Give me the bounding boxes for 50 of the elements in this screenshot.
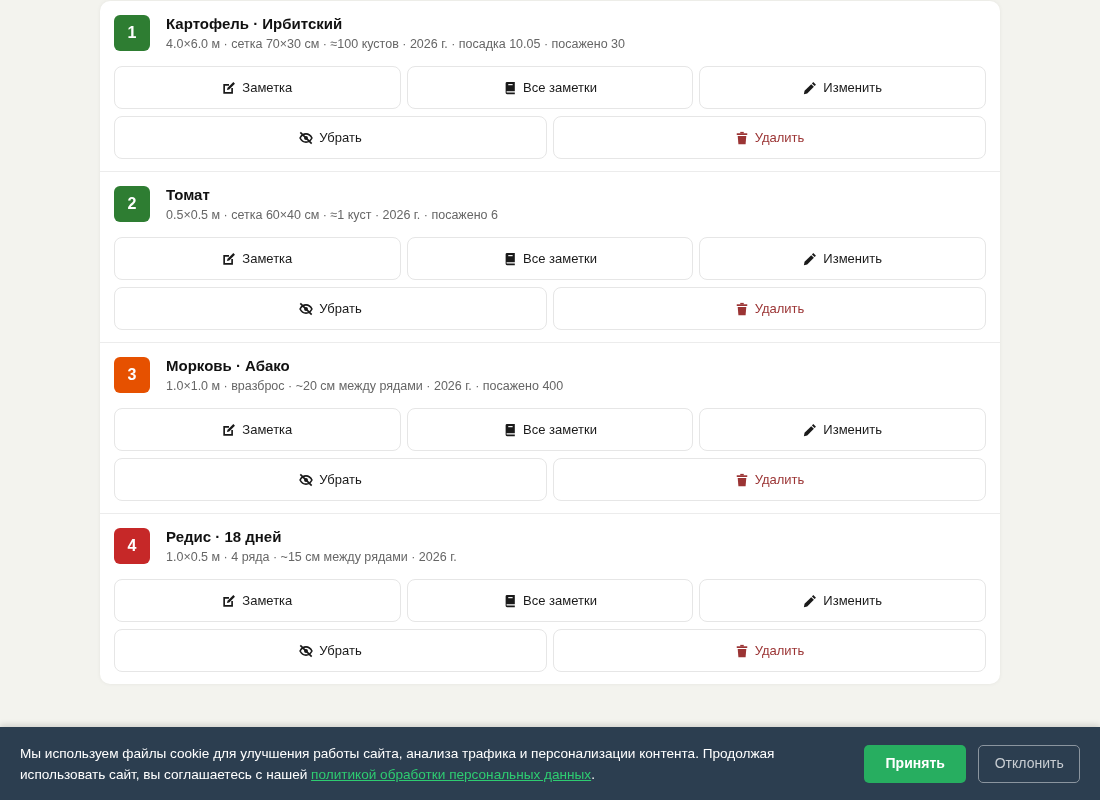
hide-button[interactable]: Убрать <box>114 287 547 330</box>
edit-button[interactable]: Изменить <box>699 66 986 109</box>
hide-button[interactable]: Убрать <box>114 116 547 159</box>
eye-slash-icon <box>299 301 314 316</box>
all-notes-button[interactable]: Все заметки <box>406 66 694 109</box>
book-icon <box>503 80 518 95</box>
bed-title: Томат <box>166 186 211 204</box>
eye-slash-icon <box>299 472 314 487</box>
number-badge: 4 <box>114 528 150 564</box>
edit-button[interactable]: Изменить <box>699 579 986 622</box>
delete-button[interactable]: Удалить <box>553 287 986 330</box>
number-badge: 1 <box>114 15 150 51</box>
book-icon <box>503 593 518 608</box>
delete-button[interactable]: Удалить <box>553 458 986 501</box>
bed-title: Редис · 18 дней <box>166 528 283 546</box>
all-notes-button[interactable]: Все заметки <box>406 237 694 280</box>
eye-slash-icon <box>299 643 314 658</box>
hide-button[interactable]: Убрать <box>114 458 547 501</box>
bed-title: Морковь · Абако <box>166 357 291 375</box>
bed-details: 1.0×0.5 м · 4 ряда · ~15 см между рядами · 2026 г. <box>166 549 457 565</box>
pencil-icon <box>803 593 818 608</box>
cookie-notice: Мы используем файлы cookie для улучшения работы сайта, анализа трафика и персонализации контента. Продолжая использовать сайт, вы соглашаетесь с нашей политикой обработки персональных данных. <box>20 744 776 784</box>
bed-details: 0.5×0.5 м · сетка 60×40 см · ≈1 куст · 2026 г. · посажено 6 <box>166 207 498 223</box>
trash-icon <box>734 643 749 658</box>
note-button[interactable]: Заметка <box>114 66 401 109</box>
all-notes-button[interactable]: Все заметки <box>406 408 694 451</box>
number-badge: 2 <box>114 186 150 222</box>
hide-button[interactable]: Убрать <box>114 629 547 672</box>
bed-details: 1.0×1.0 м · вразброс · ~20 см между рядами · 2026 г. · посажено 400 <box>166 378 564 394</box>
book-icon <box>503 251 518 266</box>
edit-button[interactable]: Изменить <box>699 408 986 451</box>
note-button[interactable]: Заметка <box>114 237 401 280</box>
number-badge: 3 <box>114 357 150 393</box>
trash-icon <box>734 472 749 487</box>
trash-icon <box>734 130 749 145</box>
edit-button[interactable]: Изменить <box>699 237 986 280</box>
pencil-icon <box>803 422 818 437</box>
pencil-icon <box>803 80 818 95</box>
pencil-icon <box>803 251 818 266</box>
delete-button[interactable]: Удалить <box>553 116 986 159</box>
trash-icon <box>734 301 749 316</box>
bed-details: 4.0×6.0 м · сетка 70×30 см · ≈100 кустов · 2026 г. · посадка 10.05 · посажено 30 <box>166 36 626 52</box>
bed-title: Картофель · Ирбитский <box>166 15 344 33</box>
note-button[interactable]: Заметка <box>114 408 401 451</box>
note-button[interactable]: Заметка <box>114 579 401 622</box>
decline-button[interactable]: Отклонить <box>978 744 1080 783</box>
all-notes-button[interactable]: Все заметки <box>406 579 694 622</box>
eye-slash-icon <box>299 130 314 145</box>
book-icon <box>503 422 518 437</box>
delete-button[interactable]: Удалить <box>553 629 986 672</box>
